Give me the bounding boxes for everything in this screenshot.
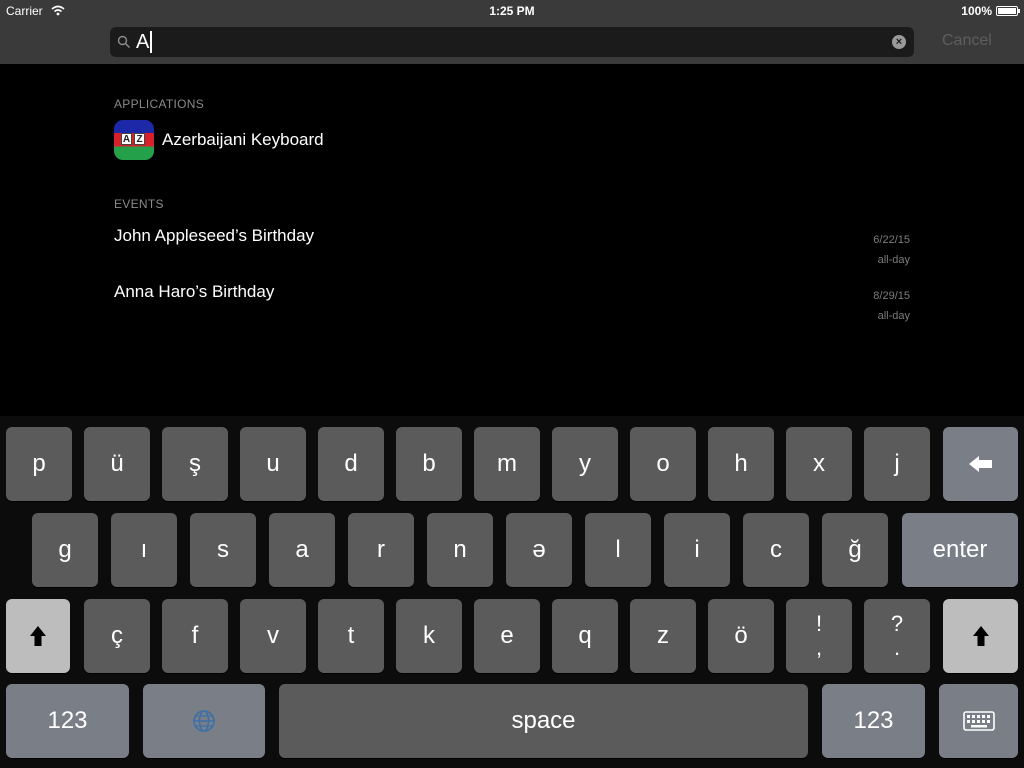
dismiss-keyboard-key[interactable] <box>939 684 1018 758</box>
key-v[interactable]: v <box>240 599 306 673</box>
key-schwa[interactable]: ə <box>506 513 572 587</box>
key-j[interactable]: j <box>864 427 930 501</box>
app-icon-letter: Z <box>134 133 145 145</box>
space-key[interactable]: space <box>279 684 808 758</box>
event-result-row[interactable]: Anna Haro’s Birthday 8/29/15 all-day <box>114 282 910 328</box>
key-bottom-label: . <box>893 635 901 660</box>
key-u[interactable]: u <box>240 427 306 501</box>
battery-percent: 100% <box>961 4 992 18</box>
key-t[interactable]: t <box>318 599 384 673</box>
event-title: John Appleseed’s Birthday <box>114 226 315 245</box>
key-f[interactable]: f <box>162 599 228 673</box>
key-dotless-i[interactable]: ı <box>111 513 177 587</box>
key-i[interactable]: i <box>664 513 730 587</box>
globe-key[interactable] <box>143 684 265 758</box>
event-title: Anna Haro’s Birthday <box>114 282 275 301</box>
shift-arrow-icon <box>972 626 989 646</box>
key-c[interactable]: c <box>743 513 809 587</box>
key-d[interactable]: d <box>318 427 384 501</box>
key-l[interactable]: l <box>585 513 651 587</box>
azerbaijani-keyboard-app-icon: A Z <box>114 120 154 160</box>
key-y[interactable]: y <box>552 427 618 501</box>
shift-key-left[interactable] <box>6 599 70 673</box>
key-n[interactable]: n <box>427 513 493 587</box>
backspace-arrow-icon <box>968 456 992 472</box>
search-header: Carrier 1:25 PM 100% A × Cancel <box>0 0 1024 64</box>
shift-key-right[interactable] <box>943 599 1018 673</box>
event-result-row[interactable]: John Appleseed’s Birthday 6/22/15 all-da… <box>114 226 910 272</box>
clear-text-icon[interactable]: × <box>892 35 906 49</box>
event-date: 8/29/15 <box>873 290 910 302</box>
key-p[interactable]: p <box>6 427 72 501</box>
key-k[interactable]: k <box>396 599 462 673</box>
key-r[interactable]: r <box>348 513 414 587</box>
event-time: all-day <box>877 310 910 322</box>
key-m[interactable]: m <box>474 427 540 501</box>
key-g[interactable]: g <box>32 513 98 587</box>
key-s[interactable]: s <box>190 513 256 587</box>
backspace-key[interactable] <box>943 427 1018 501</box>
key-q[interactable]: q <box>552 599 618 673</box>
key-top-label: ? <box>890 611 904 636</box>
key-o-umlaut[interactable]: ö <box>708 599 774 673</box>
key-s-cedilla[interactable]: ş <box>162 427 228 501</box>
keyboard: p ü ş u d b m y o h x j g ı s a r n ə l … <box>0 416 1024 768</box>
globe-icon <box>193 710 215 732</box>
status-time: 1:25 PM <box>489 4 535 18</box>
keyboard-dismiss-icon <box>962 711 995 731</box>
key-bottom-label: , <box>815 635 823 660</box>
key-o[interactable]: o <box>630 427 696 501</box>
numbers-key-left[interactable]: 123 <box>6 684 129 758</box>
event-time: all-day <box>877 254 910 266</box>
key-z[interactable]: z <box>630 599 696 673</box>
battery-icon <box>996 6 1020 16</box>
key-h[interactable]: h <box>708 427 774 501</box>
enter-key[interactable]: enter <box>902 513 1018 587</box>
applications-section-header: APPLICATIONS <box>114 97 205 111</box>
numbers-key-right[interactable]: 123 <box>822 684 925 758</box>
key-question-period[interactable]: ? . <box>864 599 930 673</box>
key-e[interactable]: e <box>474 599 540 673</box>
search-query-text: A <box>136 31 153 53</box>
text-caret <box>150 31 153 53</box>
event-date: 6/22/15 <box>873 234 910 246</box>
app-icon-letter: A <box>121 133 132 145</box>
battery-status: 100% <box>961 4 1020 18</box>
cancel-button[interactable]: Cancel <box>942 32 992 50</box>
search-icon <box>117 35 130 48</box>
key-c-cedilla[interactable]: ç <box>84 599 150 673</box>
shift-arrow-icon <box>30 626 46 646</box>
key-x[interactable]: x <box>786 427 852 501</box>
application-result-row[interactable]: A Z Azerbaijani Keyboard <box>114 120 324 160</box>
key-b[interactable]: b <box>396 427 462 501</box>
events-section-header: EVENTS <box>114 197 164 211</box>
key-exclamation-comma[interactable]: ! , <box>786 599 852 673</box>
application-name: Azerbaijani Keyboard <box>162 130 324 149</box>
key-a[interactable]: a <box>269 513 335 587</box>
key-top-label: ! <box>815 611 823 636</box>
search-input[interactable]: A × <box>110 27 914 57</box>
key-g-breve[interactable]: ğ <box>822 513 888 587</box>
key-u-umlaut[interactable]: ü <box>84 427 150 501</box>
